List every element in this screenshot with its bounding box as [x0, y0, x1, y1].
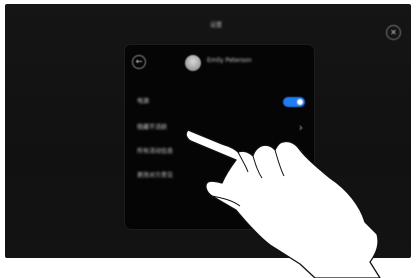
frame: 设置 ✕ ← Emily Peterson 电源 隐藏不活跃 › 所有活动信息 …: [0, 0, 419, 278]
settings-row-all-activity[interactable]: 所有活动信息 ›: [137, 146, 307, 158]
chevron-right-icon: ›: [298, 121, 303, 134]
back-arrow-icon[interactable]: ←: [132, 55, 146, 69]
row-label: 更改对方意见: [137, 172, 174, 179]
close-icon[interactable]: ✕: [386, 25, 401, 40]
settings-row-change-opinion[interactable]: 更改对方意见: [137, 170, 307, 182]
row-label: 电源: [137, 98, 150, 105]
user-name: Emily Peterson: [207, 57, 252, 64]
settings-panel: ← Emily Peterson 电源 隐藏不活跃 › 所有活动信息 › 更改对…: [125, 45, 314, 229]
chevron-right-icon: ›: [298, 145, 303, 158]
screen-title: 设置: [209, 22, 222, 29]
row-label: 隐藏不活跃: [137, 124, 168, 131]
settings-row-hide-inactive[interactable]: 隐藏不活跃 ›: [137, 122, 307, 134]
avatar: [185, 55, 201, 71]
toggle-knob: [297, 99, 303, 105]
power-toggle[interactable]: [283, 97, 305, 107]
row-label: 所有活动信息: [137, 148, 174, 155]
settings-row-power[interactable]: 电源: [137, 96, 307, 108]
device-screen: 设置 ✕ ← Emily Peterson 电源 隐藏不活跃 › 所有活动信息 …: [5, 4, 411, 258]
